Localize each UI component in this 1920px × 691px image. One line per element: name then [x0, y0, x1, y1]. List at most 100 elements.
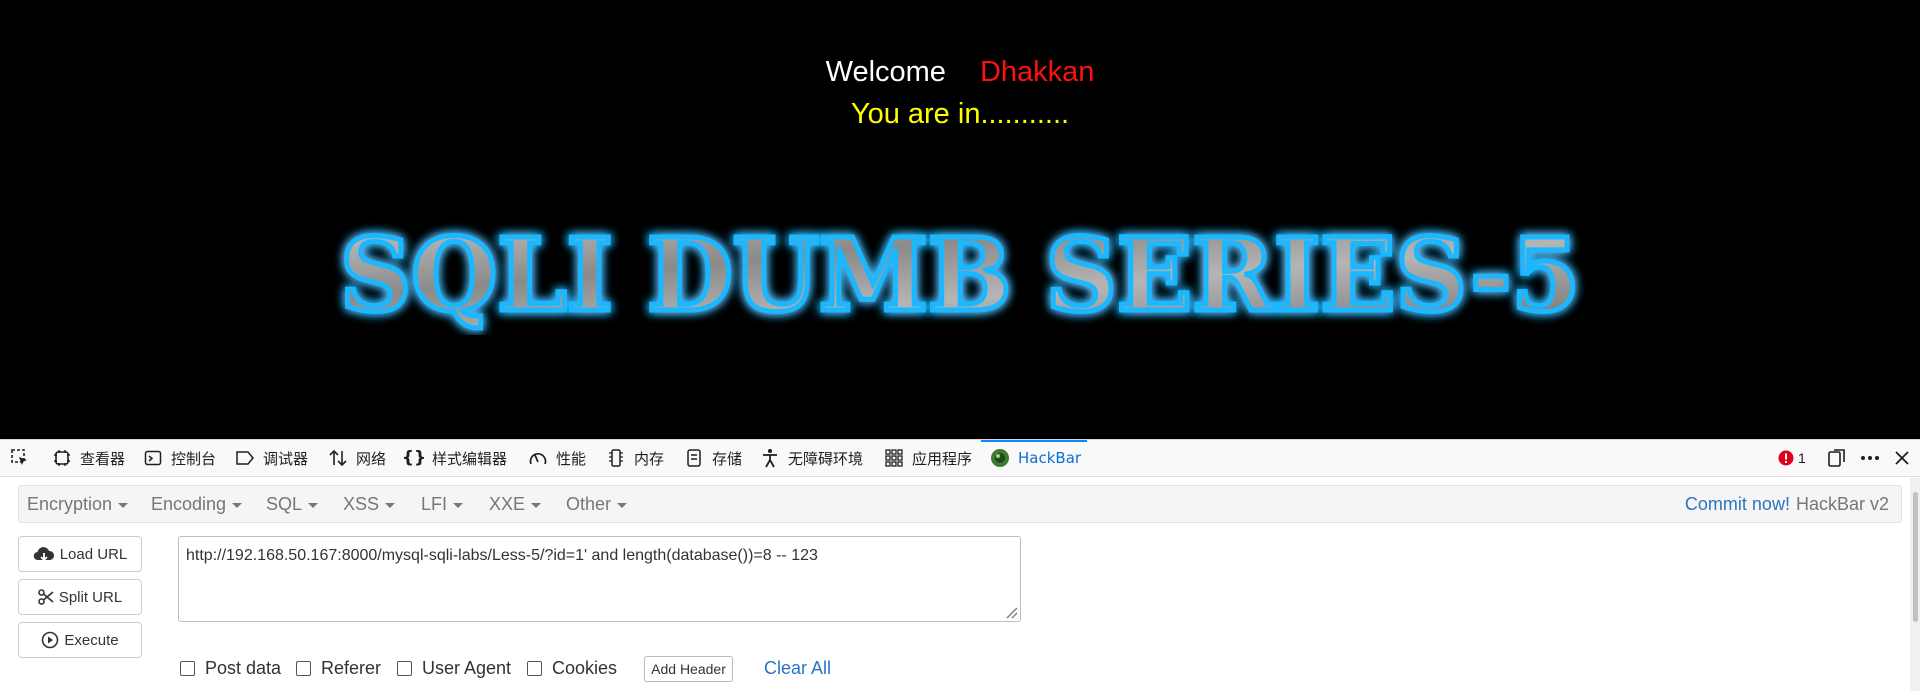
- menu-xss[interactable]: XSS: [343, 486, 396, 522]
- caret-down-icon: [118, 502, 129, 508]
- tab-label: 查看器: [80, 449, 126, 468]
- tab-performance[interactable]: 性能: [528, 440, 586, 476]
- tab-application[interactable]: 应用程序: [884, 440, 972, 476]
- close-icon: [1894, 450, 1910, 466]
- button-label: Execute: [64, 631, 119, 649]
- tab-label: 样式编辑器: [432, 449, 508, 468]
- user-agent-checkbox[interactable]: [397, 660, 412, 676]
- welcome-line: Welcome Dhakkan: [0, 56, 1920, 89]
- tab-debugger[interactable]: 调试器: [235, 440, 308, 476]
- memory-icon: [606, 448, 626, 468]
- more-options-button[interactable]: [1860, 440, 1880, 476]
- add-header-button[interactable]: Add Header: [644, 656, 733, 682]
- close-devtools-button[interactable]: [1894, 440, 1910, 476]
- option-label: Post data: [205, 657, 282, 678]
- tab-console[interactable]: 控制台: [143, 440, 216, 476]
- caret-down-icon: [617, 502, 628, 508]
- caret-down-icon: [531, 502, 542, 508]
- menu-label: Encryption: [27, 493, 113, 514]
- menu-label: SQL: [266, 493, 303, 514]
- banner-text: SQLI DUMB SERIES-5: [340, 216, 1580, 334]
- username-text: Dhakkan: [979, 56, 1095, 88]
- tab-label: 应用程序: [912, 449, 973, 468]
- play-circle-icon: [41, 631, 59, 649]
- element-picker-button[interactable]: [10, 440, 38, 476]
- menu-sql[interactable]: SQL: [266, 486, 319, 522]
- tab-network[interactable]: 网络: [328, 440, 386, 476]
- clear-all-link[interactable]: Clear All: [764, 650, 831, 686]
- scissors-icon: [38, 589, 54, 605]
- menu-label: Other: [566, 493, 612, 514]
- tab-label: 网络: [356, 449, 387, 468]
- user-agent-option[interactable]: User Agent: [397, 650, 511, 686]
- hackbar-icon: [990, 448, 1010, 468]
- caret-down-icon: [232, 502, 243, 508]
- banner-title: SQLI DUMB SERIES-5: [338, 215, 1583, 335]
- hackbar-brand: Commit now! HackBar v2: [1685, 486, 1889, 522]
- post-data-checkbox[interactable]: [180, 660, 195, 676]
- post-data-option[interactable]: Post data: [180, 650, 281, 686]
- accessibility-icon: [760, 448, 780, 468]
- caret-down-icon: [453, 502, 464, 508]
- application-icon: [884, 448, 904, 468]
- debugger-icon: [235, 448, 255, 468]
- error-count-badge[interactable]: 1: [1778, 440, 1806, 476]
- web-page: Welcome Dhakkan You are in........... SQL…: [0, 0, 1920, 439]
- tab-label: 性能: [556, 449, 587, 468]
- tab-memory[interactable]: 内存: [606, 440, 664, 476]
- tab-style-editor[interactable]: {} 样式编辑器: [401, 440, 508, 476]
- referer-option[interactable]: Referer: [296, 650, 381, 686]
- hackbar-version: HackBar v2: [1795, 493, 1889, 514]
- tab-label: 存储: [712, 449, 743, 468]
- pick-element-icon: [10, 448, 30, 468]
- option-label: Referer: [321, 657, 382, 678]
- tab-storage[interactable]: 存储: [684, 440, 742, 476]
- tab-label: 内存: [634, 449, 665, 468]
- cookies-checkbox[interactable]: [527, 660, 542, 676]
- tab-accessibility[interactable]: 无障碍环境: [760, 440, 863, 476]
- storage-icon: [684, 448, 704, 468]
- console-icon: [143, 448, 163, 468]
- tab-label: 控制台: [171, 449, 217, 468]
- menu-lfi[interactable]: LFI: [421, 486, 464, 522]
- welcome-text: Welcome: [825, 56, 946, 88]
- menu-label: XXE: [489, 493, 526, 514]
- commit-now-link[interactable]: Commit now!: [1685, 494, 1790, 515]
- scrollbar-thumb[interactable]: [1913, 492, 1918, 622]
- inspector-icon: [52, 448, 72, 468]
- style-editor-icon: {}: [401, 448, 427, 468]
- menu-xxe[interactable]: XXE: [489, 486, 542, 522]
- error-count: 1: [1798, 450, 1806, 466]
- tab-label: HackBar: [1018, 449, 1082, 467]
- button-label: Split URL: [58, 588, 123, 606]
- option-label: User Agent: [422, 657, 512, 678]
- devtools-toolbar: 查看器 控制台 调试器 网络 {} 样式编辑器 性能 内存 存储 无障碍环境 应…: [0, 439, 1920, 477]
- option-label: Cookies: [552, 657, 618, 678]
- error-icon: [1778, 450, 1794, 466]
- tab-hackbar[interactable]: HackBar: [990, 440, 1081, 476]
- load-url-button[interactable]: Load URL: [18, 536, 142, 572]
- caret-down-icon: [308, 502, 319, 508]
- hackbar-menu: Encryption Encoding SQL XSS LFI XXE Othe…: [18, 485, 1902, 523]
- url-text: http://192.168.50.167:8000/mysql-sqli-la…: [186, 547, 818, 564]
- network-icon: [328, 448, 348, 468]
- execute-button[interactable]: Execute: [18, 622, 142, 658]
- resize-handle-icon[interactable]: [1004, 605, 1018, 619]
- menu-encryption[interactable]: Encryption: [27, 486, 129, 522]
- performance-icon: [528, 448, 548, 468]
- dock-toggle-button[interactable]: [1827, 440, 1847, 476]
- split-url-button[interactable]: Split URL: [18, 579, 142, 615]
- tab-label: 调试器: [263, 449, 309, 468]
- menu-other[interactable]: Other: [566, 486, 628, 522]
- referer-checkbox[interactable]: [296, 660, 311, 676]
- menu-encoding[interactable]: Encoding: [151, 486, 243, 522]
- tab-inspector[interactable]: 查看器: [52, 440, 125, 476]
- status-text: You are in...........: [850, 98, 1070, 130]
- caret-down-icon: [385, 502, 396, 508]
- url-input[interactable]: http://192.168.50.167:8000/mysql-sqli-la…: [178, 536, 1021, 622]
- tab-label: 无障碍环境: [788, 449, 864, 468]
- cloud-download-icon: [33, 546, 55, 562]
- cookies-option[interactable]: Cookies: [527, 650, 617, 686]
- button-label: Load URL: [59, 545, 128, 563]
- menu-label: LFI: [421, 493, 448, 514]
